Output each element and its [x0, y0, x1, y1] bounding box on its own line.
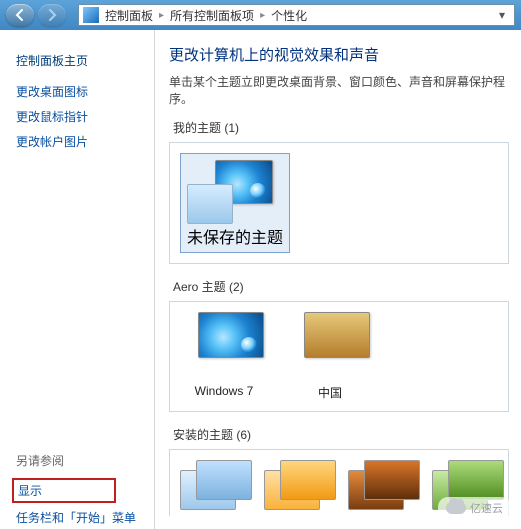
sidebar-link-desktop-icons[interactable]: 更改桌面图标 — [16, 79, 154, 104]
page-title: 更改计算机上的视觉效果和声音 — [169, 44, 509, 65]
sidebar-home-link[interactable]: 控制面板主页 — [16, 48, 154, 73]
breadcrumb-root[interactable]: 控制面板 — [105, 7, 153, 24]
page-desc: 单击某个主题立即更改桌面背景、窗口颜色、声音和屏幕保护程序。 — [169, 73, 509, 107]
aero-themes-area: Windows 7 中国 — [169, 301, 509, 412]
theme-unsaved[interactable]: 未保存的主题 — [180, 153, 290, 253]
breadcrumb[interactable]: 控制面板 ▸ 所有控制面板项 ▸ 个性化 ▾ — [78, 4, 515, 26]
chevron-down-icon[interactable]: ▾ — [494, 8, 510, 22]
theme-windows7[interactable]: Windows 7 — [180, 312, 268, 401]
wallpaper-thumb — [304, 312, 370, 358]
breadcrumb-leaf[interactable]: 个性化 — [271, 7, 307, 24]
highlight-box: 显示 — [12, 478, 116, 503]
theme-caption: Windows 7 — [180, 384, 268, 398]
breadcrumb-mid[interactable]: 所有控制面板项 — [170, 7, 254, 24]
group-label-aero: Aero 主题 (2) — [173, 278, 509, 295]
group-label-my-themes: 我的主题 (1) — [173, 119, 509, 136]
theme-china[interactable]: 中国 — [286, 312, 374, 401]
cloud-icon — [446, 502, 466, 514]
color-thumb — [187, 184, 233, 224]
wallpaper-thumb — [198, 312, 264, 358]
main-content: 更改计算机上的视觉效果和声音 单击某个主题立即更改桌面背景、窗口颜色、声音和屏幕… — [155, 30, 521, 529]
watermark: 亿速云 — [438, 497, 511, 519]
sidebar-link-account-picture[interactable]: 更改帐户图片 — [16, 129, 154, 154]
titlebar: 控制面板 ▸ 所有控制面板项 ▸ 个性化 ▾ — [0, 0, 521, 30]
watermark-text: 亿速云 — [470, 500, 503, 516]
group-label-installed: 安装的主题 (6) — [173, 426, 509, 443]
chevron-right-icon: ▸ — [260, 10, 265, 21]
sidebar-link-mouse-pointers[interactable]: 更改鼠标指针 — [16, 104, 154, 129]
my-themes-area: 未保存的主题 — [169, 142, 509, 264]
nav-forward-button[interactable] — [38, 4, 66, 26]
theme-installed-3[interactable] — [348, 460, 426, 516]
theme-installed-2[interactable] — [264, 460, 342, 516]
sidebar: 控制面板主页 更改桌面图标 更改鼠标指针 更改帐户图片 另请参阅 显示 任务栏和… — [0, 30, 155, 529]
theme-installed-1[interactable] — [180, 460, 258, 516]
theme-caption: 中国 — [286, 384, 374, 401]
theme-caption: 未保存的主题 — [187, 224, 283, 248]
sidebar-link-taskbar-start[interactable]: 任务栏和「开始」菜单 — [16, 506, 154, 529]
nav-back-button[interactable] — [6, 4, 34, 26]
control-panel-icon — [83, 7, 99, 23]
sidebar-link-display[interactable]: 显示 — [16, 475, 154, 506]
see-also-label: 另请参阅 — [16, 452, 154, 469]
chevron-right-icon: ▸ — [159, 10, 164, 21]
